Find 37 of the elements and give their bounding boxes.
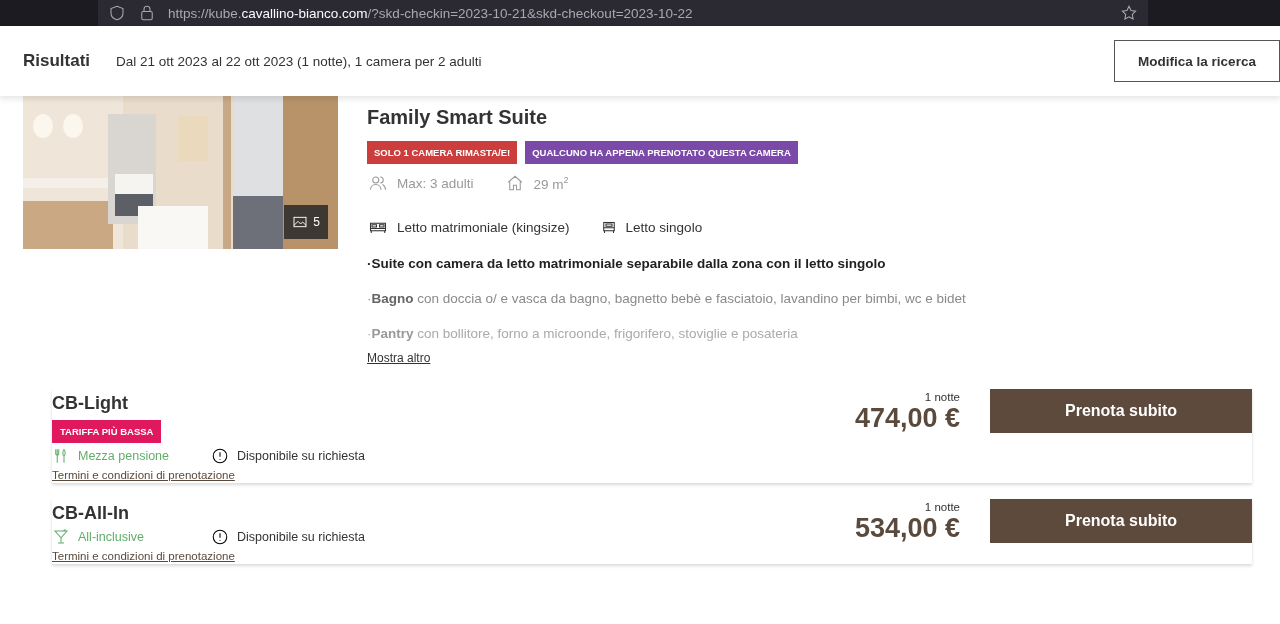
room-badge: QUALCUNO HA APPENA PRENOTATO QUESTA CAMERA — [525, 141, 798, 164]
price-text: 474,00 € — [854, 403, 960, 434]
capacity-text: Max: 3 adulti — [397, 175, 474, 191]
book-button[interactable]: Prenota subito — [990, 499, 1252, 543]
modify-search-button[interactable]: Modifica la ricerca — [1114, 40, 1280, 82]
bed-text: Letto singolo — [625, 219, 703, 235]
lowest-rate-tag: TARIFFA PIÙ BASSA — [52, 420, 162, 443]
room-badge: SOLO 1 CAMERA RIMASTA/E! — [367, 141, 518, 164]
room-title: Family Smart Suite — [367, 106, 549, 129]
people-icon — [367, 174, 389, 192]
description-text: ·Pantry con bollitore, forno a microonde, frigorifero, stoviglie e posateria — [367, 326, 799, 341]
size-text: 29 m$^{2}$ — [533, 174, 569, 192]
search-summary: Dal 21 ott 2023 al 22 ott 2023 (1 notte), 1 camera per 2 adulti — [116, 53, 483, 69]
availability-text: Disponibile su richiesta — [237, 449, 365, 463]
cocktail-icon — [52, 528, 70, 546]
rate-name: CB-Light — [52, 393, 129, 414]
board-text: Mezza pensione — [78, 449, 171, 463]
description-text: ·Bagno con doccia o/ e vasca da bagno, bagnetto bebè e fasciatoio, lavandino per bimbi, wc e bidet — [367, 291, 967, 306]
star-icon — [1120, 4, 1138, 22]
terms-link[interactable]: Termini e condizioni di prenotazione — [52, 550, 235, 562]
shield-icon — [108, 4, 126, 22]
info-icon — [211, 528, 229, 546]
availability-text: Disponibile su richiesta — [237, 530, 365, 544]
board-text: All-inclusive — [78, 530, 145, 544]
description-text: ·Suite con camera da letto matrimoniale separabile dalla zona con il letto singolo — [367, 256, 887, 271]
info-icon — [211, 447, 229, 465]
rate-name: CB-All-In — [52, 503, 130, 524]
bed-text: Letto matrimoniale (kingsize) — [397, 219, 570, 235]
terms-link[interactable]: Termini e condizioni di prenotazione — [52, 469, 235, 481]
nights-text: 1 notte — [924, 391, 960, 403]
page-title: Risultati — [23, 51, 91, 71]
nights-text: 1 notte — [924, 501, 960, 513]
price-text: 534,00 € — [854, 513, 960, 544]
photo-count[interactable]: 5 — [284, 205, 328, 239]
book-button[interactable]: Prenota subito — [990, 389, 1252, 433]
show-more-link[interactable]: Mostra altro — [367, 351, 431, 365]
lock-icon — [138, 4, 156, 22]
